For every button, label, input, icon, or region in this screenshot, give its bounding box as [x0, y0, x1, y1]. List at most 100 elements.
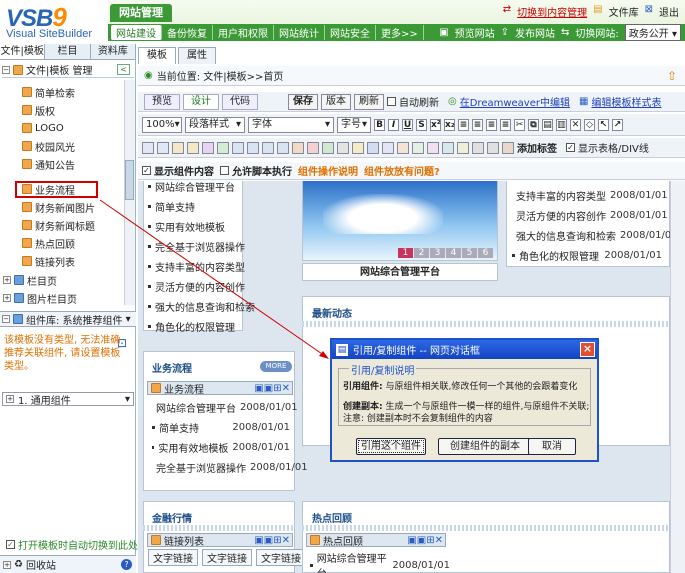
bold-icon[interactable]: B [374, 118, 385, 131]
text-link[interactable]: 文字链接 [148, 549, 198, 566]
expand-icon[interactable]: + [3, 560, 11, 569]
strike-icon[interactable]: S [416, 118, 427, 131]
list-item[interactable]: 简单支持 [148, 196, 255, 216]
tab-template[interactable]: 模板 [138, 47, 176, 64]
expand-icon[interactable]: + [3, 276, 11, 284]
page-dot[interactable]: 6 [478, 248, 493, 258]
tag-icon[interactable] [502, 141, 514, 154]
justify-icon[interactable]: ≡ [500, 118, 511, 131]
process-component-header[interactable]: 业务流程 ▣▣⊞✕ [147, 381, 293, 396]
page-dot[interactable]: 3 [430, 248, 445, 258]
anchor-icon[interactable] [352, 141, 364, 154]
select-icon[interactable]: ↖ [598, 118, 609, 131]
page-dot[interactable]: 5 [462, 248, 477, 258]
nav-security[interactable]: 网站安全 [325, 25, 376, 40]
zoom-select[interactable]: 100% ▾ [142, 116, 182, 133]
image-icon[interactable] [292, 141, 304, 154]
nav-users[interactable]: 用户和权限 [213, 25, 274, 40]
tab-preview[interactable]: 预览 [144, 93, 180, 110]
tab-library[interactable]: 资料库 [91, 44, 136, 59]
align-center-icon[interactable]: ≡ [472, 118, 483, 131]
media-icon[interactable] [367, 141, 379, 154]
cut-icon[interactable]: ✂ [514, 118, 525, 131]
component-problem-link[interactable]: 组件放放有问题? [364, 163, 440, 178]
list-item[interactable]: 强大的信息查询和检索 [148, 296, 255, 316]
component-group-row[interactable]: + 1. 通用组件 ▾ [2, 392, 134, 407]
show-components-checkbox[interactable]: ✓ [142, 166, 151, 175]
font-size-select[interactable]: 字号 ▾ [337, 116, 371, 133]
tab-design[interactable]: 设计 [183, 93, 219, 110]
dialog-title-bar[interactable]: ▤ 引用/复制组件 -- 网页对话框 [332, 340, 597, 359]
outdent-icon[interactable] [187, 141, 199, 154]
list-item[interactable]: 完全基于浏览器操作 2008/01/01 [152, 457, 308, 477]
tab-files-templates[interactable]: 文件|模板 [0, 44, 46, 59]
page-dot[interactable]: 1 [398, 248, 413, 258]
publish-site-button[interactable]: 发布网站 [515, 25, 555, 40]
collapse-icon[interactable]: − [2, 65, 10, 74]
underline-icon[interactable]: U [402, 118, 413, 131]
align-left-icon[interactable]: ≡ [458, 118, 469, 131]
flash-icon[interactable] [307, 141, 319, 154]
chevron-down-icon[interactable]: ▾ [125, 394, 130, 405]
page-dot[interactable]: 2 [414, 248, 429, 258]
switch-content-link[interactable]: 切换到内容管理 [517, 4, 587, 19]
nav-stats[interactable]: 网站统计 [274, 25, 325, 40]
copy-icon[interactable]: ⧉ [528, 118, 539, 131]
text-color-icon[interactable] [202, 141, 214, 154]
align-right-icon[interactable]: ≡ [486, 118, 497, 131]
dreamweaver-link[interactable]: 在Dreamweaver中编辑 [460, 94, 570, 109]
script-icon[interactable] [472, 141, 484, 154]
list-item[interactable]: 灵活方便的内容创作 [148, 276, 255, 296]
list-item[interactable]: 角色化的权限管理 [148, 316, 255, 336]
component-tools-icon[interactable]: ▣▣⊞✕ [254, 383, 290, 394]
component-library-header[interactable]: − 组件库: 系统推荐组件 ▾ [0, 311, 136, 327]
auto-refresh-checkbox[interactable] [387, 97, 396, 106]
exit-link[interactable]: 退出 [659, 4, 679, 19]
list-item[interactable]: 实用有效地模板 [148, 216, 255, 236]
allow-scripts-checkbox[interactable] [220, 166, 229, 175]
div-icon[interactable] [397, 141, 409, 154]
text-link[interactable]: 文字链接 [256, 549, 306, 566]
hr-icon[interactable] [412, 141, 424, 154]
list-item[interactable]: 实用有效地模板 2008/01/01 [152, 437, 290, 457]
expand-icon[interactable]: + [3, 294, 11, 302]
font-select[interactable]: 字体 ▾ [248, 116, 334, 133]
tree-group-column-page[interactable]: + 栏目页 [3, 272, 57, 288]
delete-icon[interactable]: ✕ [570, 118, 581, 131]
show-table-checkbox[interactable]: ✓ [566, 143, 575, 152]
edit-style-link[interactable]: 编辑模板样式表 [591, 94, 661, 109]
file-library-link[interactable]: 文件库 [609, 4, 639, 19]
version-button[interactable]: 版本 [321, 93, 351, 110]
add-tag-button[interactable]: 添加标签 [517, 140, 557, 155]
pointer-icon[interactable]: ↗ [612, 118, 623, 131]
bg-color-icon[interactable] [217, 141, 229, 154]
tree-group-image-column-page[interactable]: + 图片栏目页 [3, 290, 77, 306]
component-tools-icon[interactable]: ▣▣⊞✕ [254, 535, 290, 546]
italic-icon[interactable]: I [388, 118, 399, 131]
help-icon[interactable]: ? [121, 559, 132, 570]
list-item[interactable]: 灵活方便的内容创作 2008/01/01 [512, 205, 668, 225]
insert-list-icon[interactable] [142, 141, 154, 154]
expand-icon[interactable]: + [6, 395, 14, 403]
paste-icon[interactable]: ▤ [542, 118, 553, 131]
banner-image[interactable]: 1 2 3 4 5 6 [302, 181, 498, 261]
tree-root[interactable]: − 文件|模板 管理 < [2, 62, 134, 78]
tree-item-hot-review[interactable]: 热点回顾 [22, 235, 75, 251]
paragraph-style-select[interactable]: 段落样式 ▾ [185, 116, 245, 133]
table-icon[interactable] [232, 141, 244, 154]
save-button[interactable]: 保存 [288, 93, 318, 110]
page-dot[interactable]: 4 [446, 248, 461, 258]
nav-site-build[interactable]: 网站建设 [111, 25, 162, 40]
more-button[interactable]: MORE [260, 361, 292, 372]
tab-code[interactable]: 代码 [222, 93, 258, 110]
list-item[interactable]: 角色化的权限管理 2008/01/01 [512, 245, 662, 265]
tree-item-copyright[interactable]: 版权 [22, 102, 55, 118]
list-item[interactable]: 网站综合管理平台2008/01/01 [310, 550, 450, 573]
cancel-button[interactable]: 取消 [528, 438, 576, 455]
row-icon[interactable] [247, 141, 259, 154]
tree-item-campus[interactable]: 校园风光 [22, 138, 75, 154]
upload-icon[interactable]: ⇧ [667, 69, 677, 83]
nav-more[interactable]: 更多>> [376, 25, 424, 40]
insert-numbered-icon[interactable] [157, 141, 169, 154]
recycle-bin[interactable]: + ♻ 回收站 ? [0, 555, 136, 573]
